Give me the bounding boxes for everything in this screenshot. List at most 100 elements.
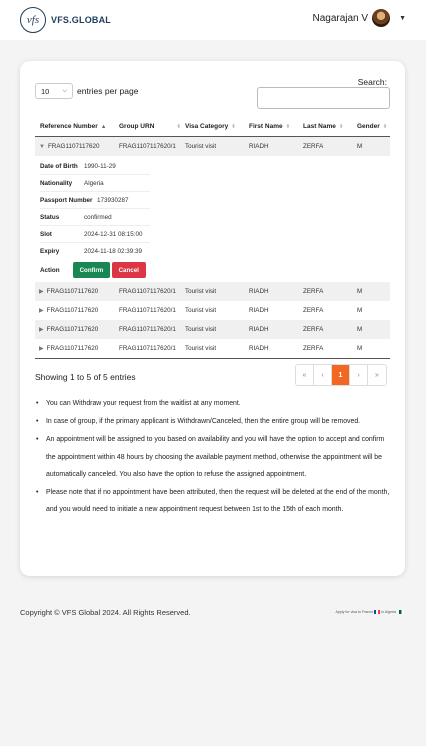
gender-cell: M (357, 143, 363, 150)
first-name-cell: RIADH (249, 345, 269, 352)
first-name-cell: RIADH (249, 288, 269, 295)
page-length-value: 10 (41, 86, 50, 96)
expand-icon[interactable]: ▶ (39, 289, 44, 295)
table-info: Showing 1 to 5 of 5 entries (35, 372, 136, 382)
note-item: An appointment will be assigned to you b… (34, 431, 394, 483)
note-item: You can Withdraw your request from the w… (34, 395, 394, 412)
note-item: In case of group, if the primary applica… (34, 413, 394, 430)
expand-icon[interactable]: ▶ (39, 327, 44, 333)
sort-icon: ⬍ (382, 124, 388, 130)
detail-value: 173930287 (97, 197, 129, 204)
table-row[interactable]: ▶ FRAG1107117620 FRAG1107117620/1 Tourist… (35, 301, 390, 320)
sort-icon: ⬍ (231, 124, 236, 130)
waitlist-card: 10 ⌵ entries per page Search: Reference … (20, 61, 405, 576)
column-header-visa-category[interactable]: Visa Category ⬍ (185, 123, 236, 130)
vfs-logo[interactable]: vfs VFS.GLOBAL (20, 7, 111, 33)
reference-cell: ▶ FRAG1107117620 (39, 288, 98, 295)
group-urn-cell: FRAG1107117620/1 (119, 143, 176, 150)
gender-cell: M (357, 326, 363, 333)
note-item: Please note that if no appointment have … (34, 484, 394, 518)
last-name-cell: ZERFA (303, 307, 324, 314)
visa-category-cell: Tourist visit (185, 307, 217, 314)
apply-text: Apply for visa to France (335, 610, 374, 614)
reference-cell: ▶ FRAG1107117620 (39, 345, 98, 352)
collapse-icon[interactable]: ▼ (39, 144, 45, 150)
page-1-button[interactable]: 1 (332, 365, 350, 385)
first-name-cell: RIADH (249, 307, 269, 314)
apply-suffix: in Algeria (381, 610, 396, 614)
detail-actions: Action Confirm Cancel (40, 262, 148, 278)
group-urn-cell: FRAG1107117620/1 (119, 288, 176, 295)
group-urn-cell: FRAG1107117620/1 (119, 307, 176, 314)
top-navbar: vfs VFS.GLOBAL Nagarajan V ▼ (0, 0, 426, 40)
search-input[interactable] (257, 87, 390, 109)
vfs-logo-mark: vfs (20, 7, 46, 33)
column-header-first-name[interactable]: First Name ⬍ (249, 123, 290, 130)
cancel-button[interactable]: Cancel (111, 262, 146, 278)
table-row[interactable]: ▶ FRAG1107117620 FRAG1107117620/1 Tourist… (35, 320, 390, 339)
table-row[interactable]: ▶ FRAG1107117620 FRAG1107117620/1 Tourist… (35, 339, 390, 358)
detail-slot: Slot 2024-12-31 08:15:00 (40, 226, 150, 243)
detail-value: 1990-11-29 (84, 163, 116, 170)
detail-label: Slot (40, 231, 52, 238)
reference-number: FRAG1107117620 (47, 143, 100, 150)
gender-cell: M (357, 288, 363, 295)
first-name-cell: RIADH (249, 143, 269, 150)
previous-page-button[interactable]: ‹ (314, 365, 332, 385)
gender-cell: M (357, 345, 363, 352)
last-page-button[interactable]: » (368, 365, 386, 385)
detail-passport-number: Passport Number 173930287 (40, 192, 150, 209)
confirm-button[interactable]: Confirm (72, 262, 110, 278)
detail-expiry: Expiry 2024-11-18 02:39:39 (40, 243, 150, 260)
column-header-group-urn[interactable]: Group URN ⬍ (119, 123, 181, 130)
detail-value: 2024-11-18 02:39:39 (84, 248, 143, 255)
detail-status: Status confirmed (40, 209, 150, 226)
chevron-down-icon[interactable]: ▼ (399, 15, 406, 22)
row-details-panel: Date of Birth 1990-11-29 Nationality Alger… (35, 156, 390, 282)
last-name-cell: ZERFA (303, 143, 324, 150)
table-bottom-border (35, 358, 390, 359)
reference-number: FRAG1107117620 (46, 307, 99, 314)
user-name: Nagarajan V (312, 12, 369, 24)
detail-label: Date of Birth (40, 163, 78, 170)
apply-link[interactable]: Apply for visa to France in Algeria (335, 610, 404, 614)
first-name-cell: RIADH (249, 326, 269, 333)
table-row[interactable]: ▼ FRAG1107117620 FRAG1107117620/1 Tourist… (35, 137, 390, 156)
column-header-label: Gender (357, 123, 380, 130)
reference-number: FRAG1107117620 (46, 326, 99, 333)
sort-icon: ⬍ (338, 124, 344, 130)
last-name-cell: ZERFA (303, 326, 324, 333)
details-list: Date of Birth 1990-11-29 Nationality Alger… (40, 158, 150, 260)
applications-table: Reference Number ▲ Group URN ⬍ Visa Catego… (35, 118, 390, 359)
column-header-label: Visa Category (185, 123, 229, 130)
reference-cell: ▶ FRAG1107117620 (39, 307, 98, 314)
reference-cell: ▼ FRAG1107117620 (39, 143, 100, 150)
page-length-select[interactable]: 10 ⌵ (35, 83, 73, 99)
column-header-label: Reference Number (40, 123, 98, 130)
visa-category-cell: Tourist visit (185, 326, 217, 333)
first-page-button[interactable]: « (296, 365, 314, 385)
copyright-text: Copyright © VFS Global 2024. All Rights … (20, 608, 191, 617)
sort-icon: ⬍ (176, 124, 181, 130)
column-header-last-name[interactable]: Last Name ⬍ (303, 123, 343, 130)
column-header-label: Last Name (303, 123, 336, 130)
detail-value: Algeria (84, 180, 104, 187)
visa-category-cell: Tourist visit (185, 288, 217, 295)
detail-value: confirmed (84, 214, 112, 221)
entries-label: entries per page (77, 86, 139, 96)
visa-category-cell: Tourist visit (185, 345, 217, 352)
reference-number: FRAG1107117620 (46, 288, 99, 295)
avatar (372, 9, 391, 27)
user-menu[interactable]: Nagarajan V ▼ (312, 9, 406, 27)
column-header-reference-number[interactable]: Reference Number ▲ (40, 123, 106, 130)
column-header-label: Group URN (119, 123, 155, 130)
detail-label: Passport Number (40, 197, 93, 204)
table-row[interactable]: ▶ FRAG1107117620 FRAG1107117620/1 Tourist… (35, 282, 390, 301)
next-page-button[interactable]: › (350, 365, 368, 385)
detail-label: Status (40, 214, 60, 221)
sort-icon: ⬍ (285, 124, 291, 130)
expand-icon[interactable]: ▶ (39, 346, 44, 352)
detail-nationality: Nationality Algeria (40, 175, 150, 192)
expand-icon[interactable]: ▶ (39, 308, 44, 314)
column-header-gender[interactable]: Gender ⬍ (357, 123, 387, 130)
